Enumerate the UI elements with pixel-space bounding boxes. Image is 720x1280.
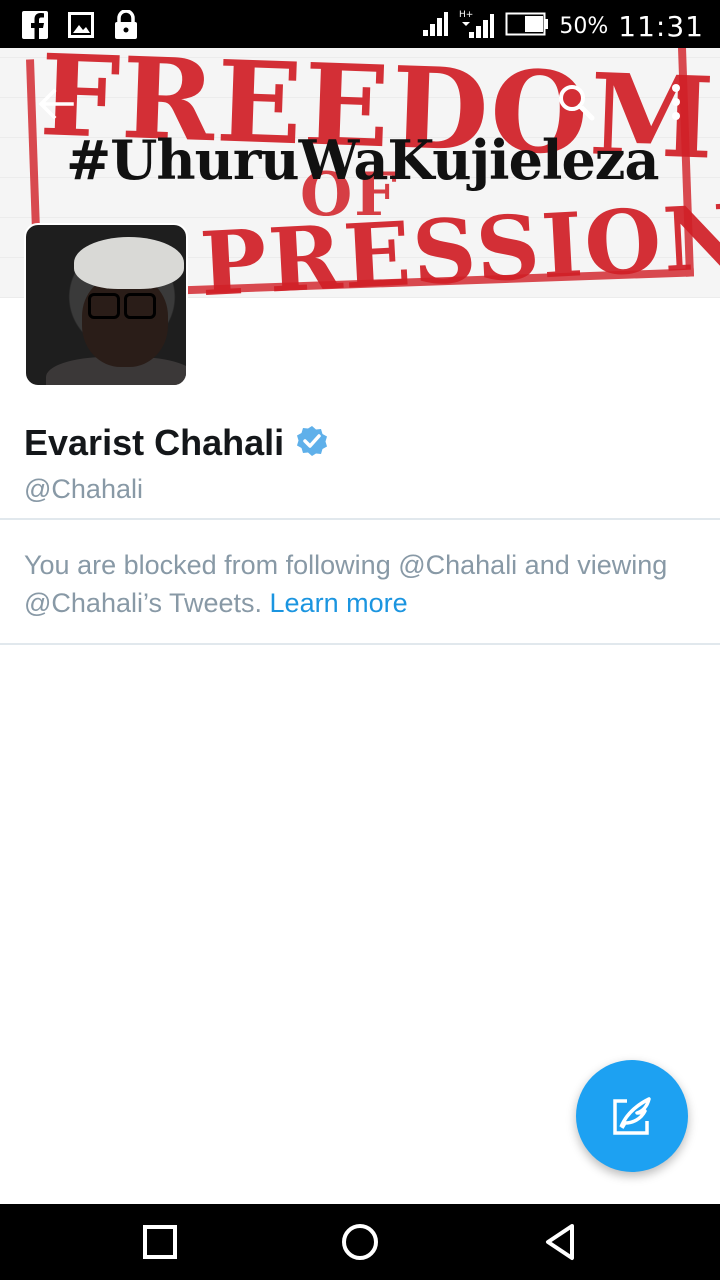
lock-icon xyxy=(114,9,138,45)
profile-handle: @Chahali xyxy=(24,474,143,504)
back-button[interactable] xyxy=(28,76,84,132)
recent-apps-button[interactable] xyxy=(134,1216,186,1268)
back-arrow-icon xyxy=(38,88,74,120)
divider xyxy=(0,643,720,645)
back-icon xyxy=(546,1224,574,1260)
facebook-icon xyxy=(22,11,48,44)
status-bar: H+ 50% 11:31 xyxy=(0,0,720,48)
divider xyxy=(0,518,720,520)
battery-percent: 50% xyxy=(559,14,609,39)
recent-apps-icon xyxy=(143,1225,177,1259)
more-options-button[interactable] xyxy=(648,74,704,130)
display-name: Evarist Chahali xyxy=(24,422,285,463)
search-button[interactable] xyxy=(548,74,604,130)
compose-tweet-icon xyxy=(613,1097,651,1135)
home-button[interactable] xyxy=(334,1216,386,1268)
compose-tweet-button[interactable] xyxy=(576,1060,688,1172)
navigation-bar xyxy=(0,1204,720,1280)
blocked-message: You are blocked from following @Chahali … xyxy=(24,546,704,622)
system-back-button[interactable] xyxy=(534,1216,586,1268)
banner-hashtag: #UhuruWaKujieleza xyxy=(66,128,659,192)
profile-name-row: Evarist Chahali xyxy=(24,422,328,464)
signal-icon xyxy=(421,10,449,43)
verified-badge-icon xyxy=(296,425,328,462)
signal-hplus-icon: H+ xyxy=(459,8,495,45)
battery-icon xyxy=(505,12,549,41)
learn-more-link[interactable]: Learn more xyxy=(270,588,408,618)
search-icon xyxy=(559,85,595,121)
more-vert-icon xyxy=(672,84,680,120)
image-icon xyxy=(68,12,94,43)
clock: 11:31 xyxy=(618,10,704,43)
home-icon xyxy=(342,1224,378,1260)
svg-text:H+: H+ xyxy=(459,10,473,20)
avatar[interactable] xyxy=(24,223,188,387)
